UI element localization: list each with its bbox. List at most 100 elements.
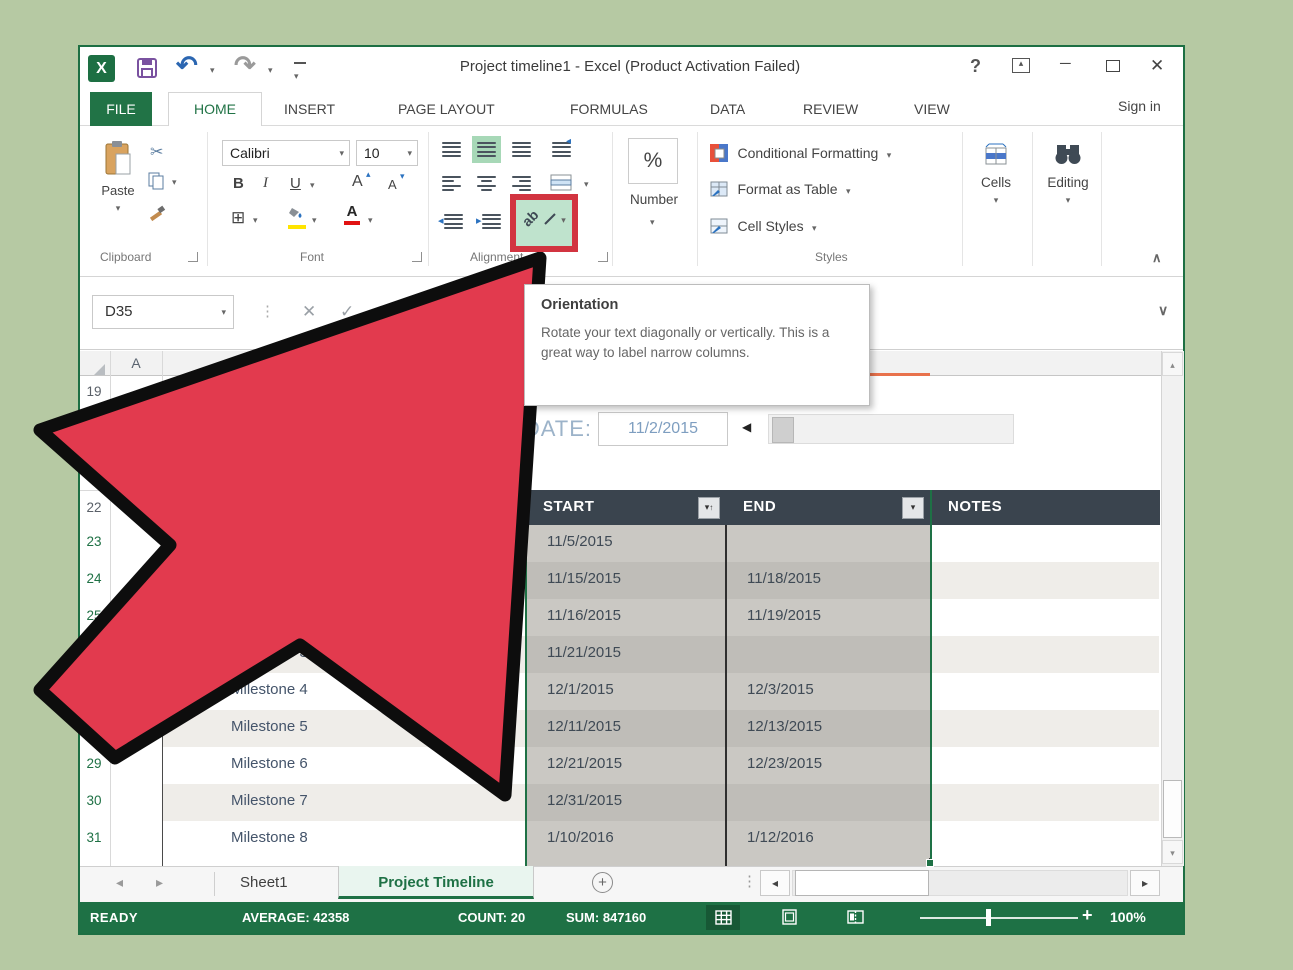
zoom-level[interactable]: 100% [1110, 909, 1146, 925]
cell-notes[interactable] [932, 784, 1159, 823]
row-header-19[interactable]: 19 [80, 384, 108, 399]
cell-notes[interactable] [932, 710, 1159, 749]
collapse-ribbon-icon[interactable]: ∧ [1152, 250, 1162, 266]
cell-start[interactable]: 12/1/2015 [527, 673, 745, 712]
status-average[interactable]: AVERAGE: 42358 [242, 910, 349, 925]
row-header-26[interactable]: 26 [80, 645, 108, 660]
cells-group-button[interactable]: Cells ▾ [968, 138, 1024, 208]
cell-end[interactable]: 12/3/2015 [727, 673, 949, 712]
borders-button[interactable]: ⊞ [231, 208, 245, 228]
sign-in-link[interactable]: Sign in [1118, 98, 1161, 114]
sheet-nav-right-icon[interactable]: ▸ [156, 874, 163, 891]
tab-scroll-splitter-icon[interactable]: ⋮ [742, 872, 757, 890]
select-all-corner[interactable] [94, 364, 105, 375]
minimize-icon[interactable]: ─ [1060, 55, 1071, 72]
cell-start[interactable]: 11/21/2015 [527, 636, 745, 675]
row-header-20[interactable]: 20 [80, 421, 108, 436]
cancel-formula-icon[interactable]: ✕ [302, 302, 316, 322]
alignment-dialog-launcher[interactable] [598, 252, 608, 262]
cell-notes[interactable] [932, 673, 1159, 712]
increase-indent-button[interactable] [482, 214, 501, 229]
italic-button[interactable]: I [263, 175, 268, 192]
row-header-27[interactable]: 27 [80, 682, 108, 697]
ribbon-display-options-icon[interactable]: ▴ [1012, 58, 1030, 73]
date-spinner-left-icon[interactable]: ◀ [742, 420, 751, 434]
sheet-tab-sheet1[interactable]: Sheet1 [240, 874, 288, 891]
cell-end[interactable]: 11/19/2015 [727, 599, 949, 638]
row-header-31[interactable]: 31 [80, 830, 108, 845]
font-dialog-launcher[interactable] [412, 252, 422, 262]
conditional-formatting-button[interactable]: Conditional Formatting ▾ [710, 144, 891, 166]
shrink-font-button[interactable]: A [388, 177, 397, 192]
copy-dropdown-icon[interactable]: ▾ [172, 178, 177, 187]
cell-end[interactable] [727, 525, 949, 564]
cut-icon[interactable]: ✂ [150, 142, 163, 162]
redo-icon[interactable]: ↷ [234, 50, 256, 81]
date-scrollbar[interactable] [768, 414, 1014, 444]
cell-end[interactable]: 1/12/2016 [727, 821, 949, 860]
copy-icon[interactable] [148, 172, 165, 195]
font-color-dropdown-icon[interactable]: ▾ [368, 216, 373, 225]
underline-dropdown-icon[interactable]: ▾ [310, 181, 315, 190]
tab-review[interactable]: REVIEW [803, 101, 858, 117]
redo-dropdown-icon[interactable]: ▾ [268, 66, 273, 75]
tab-page-layout[interactable]: PAGE LAYOUT [398, 101, 495, 117]
number-group-button[interactable]: Number [616, 192, 692, 207]
tab-data[interactable]: DATA [710, 101, 745, 117]
cell-notes[interactable] [932, 599, 1159, 638]
save-icon[interactable] [136, 57, 158, 84]
filter-dropdown-start[interactable]: ▾↑ [698, 497, 720, 519]
enter-formula-icon[interactable]: ✓ [340, 302, 354, 322]
align-right-button[interactable] [512, 176, 531, 191]
tab-file[interactable]: FILE [90, 92, 152, 126]
cell-end[interactable]: 12/23/2015 [727, 747, 949, 786]
font-size-combo[interactable]: 10 ▾ [356, 140, 418, 166]
cell-end[interactable] [727, 636, 949, 675]
cell-notes[interactable] [932, 562, 1159, 601]
status-count[interactable]: COUNT: 20 [458, 910, 525, 925]
hscroll-right-icon[interactable]: ▸ [1130, 870, 1160, 896]
format-as-table-button[interactable]: Format as Table ▾ [710, 181, 851, 203]
close-icon[interactable]: ✕ [1150, 56, 1164, 76]
tab-formulas[interactable]: FORMULAS [570, 101, 648, 117]
maximize-icon[interactable] [1106, 60, 1120, 72]
font-name-combo[interactable]: Calibri ▾ [222, 140, 350, 166]
date-input[interactable]: 11/2/2015 [598, 412, 728, 446]
align-middle-button[interactable] [472, 136, 501, 163]
undo-dropdown-icon[interactable]: ▾ [210, 66, 215, 75]
editing-group-button[interactable]: Editing ▾ [1038, 138, 1098, 208]
align-left-button[interactable] [442, 176, 461, 191]
row-header-28[interactable]: 28 [80, 719, 108, 734]
tab-home[interactable]: HOME [168, 92, 262, 126]
fill-handle[interactable] [926, 859, 934, 867]
row-header-30[interactable]: 30 [80, 793, 108, 808]
font-color-button[interactable]: A [344, 204, 360, 225]
sheet-tab-project-timeline[interactable]: Project Timeline [338, 866, 534, 899]
bold-button[interactable]: B [233, 175, 244, 192]
filter-dropdown-milestone[interactable]: ▾ [492, 497, 514, 519]
cell-start[interactable]: 11/15/2015 [527, 562, 745, 601]
align-center-button[interactable] [477, 176, 496, 191]
view-page-break-button[interactable] [838, 905, 872, 930]
view-normal-button[interactable] [706, 905, 740, 930]
cell-start[interactable]: 11/16/2015 [527, 599, 745, 638]
align-bottom-button[interactable] [512, 142, 531, 157]
align-top-button[interactable] [442, 142, 461, 157]
expand-formula-bar-icon[interactable]: ∨ [1158, 302, 1168, 319]
row-header-29[interactable]: 29 [80, 756, 108, 771]
name-box-splitter-icon[interactable]: ⋮ [260, 302, 275, 320]
row-header-22[interactable]: 22 [80, 500, 108, 515]
vertical-scrollbar-thumb[interactable] [1163, 780, 1182, 838]
paste-button[interactable]: Paste ▾ [95, 138, 141, 238]
zoom-in-icon[interactable]: + [1082, 905, 1093, 926]
cell-notes[interactable] [932, 525, 1159, 564]
row-header-24[interactable]: 24 [80, 571, 108, 586]
column-header-a[interactable]: A [110, 355, 162, 371]
scroll-up-icon[interactable]: ▴ [1162, 352, 1183, 376]
hscroll-left-icon[interactable]: ◂ [760, 870, 790, 896]
cell-start[interactable]: 11/5/2015 [527, 525, 745, 564]
grow-font-button[interactable]: A [352, 173, 363, 191]
fill-color-dropdown-icon[interactable]: ▾ [312, 216, 317, 225]
cell-notes[interactable] [932, 821, 1159, 860]
clipboard-dialog-launcher[interactable] [188, 252, 198, 262]
